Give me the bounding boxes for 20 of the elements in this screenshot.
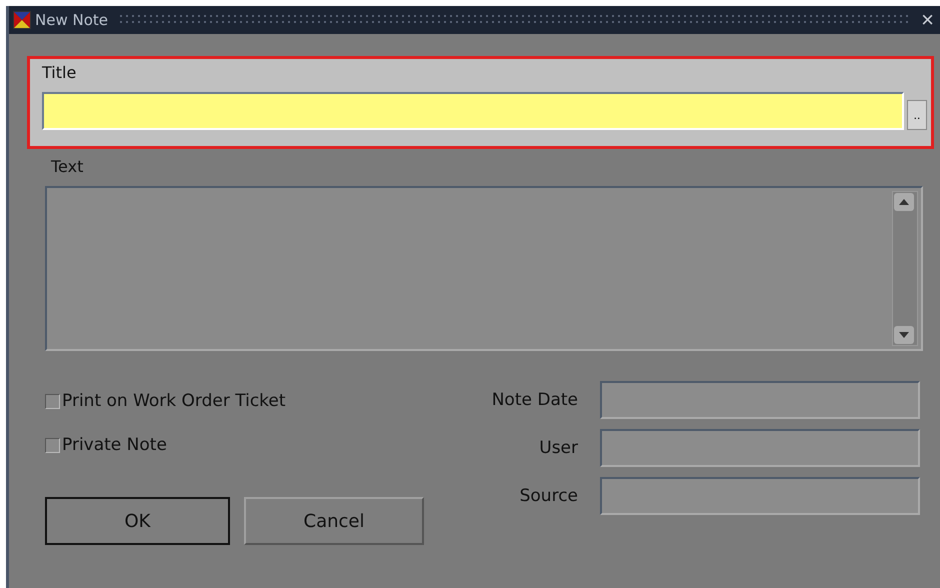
input-field[interactable]: [600, 381, 920, 419]
title-label: Title: [42, 63, 78, 82]
cancel-button[interactable]: Cancel: [244, 497, 424, 545]
checkbox[interactable]: Print on Work Order Ticket: [45, 391, 478, 411]
input-field[interactable]: [600, 477, 920, 515]
field-label: Source: [518, 486, 578, 506]
scrollbar[interactable]: [892, 191, 918, 346]
title-input[interactable]: [42, 92, 904, 130]
app-icon: [13, 11, 31, 29]
text-label: Text: [51, 157, 84, 176]
field-label: Note Date: [490, 390, 578, 410]
scroll-down-icon[interactable]: [893, 325, 915, 345]
ok-button[interactable]: OK: [45, 497, 230, 545]
close-button[interactable]: ×: [919, 9, 936, 31]
field-label: User: [538, 438, 578, 458]
scroll-up-icon[interactable]: [893, 192, 915, 212]
window-title: New Note: [35, 11, 108, 29]
input-field[interactable]: [600, 429, 920, 467]
lookup-button[interactable]: ..: [907, 100, 927, 130]
checkbox[interactable]: Private Note: [45, 435, 478, 455]
